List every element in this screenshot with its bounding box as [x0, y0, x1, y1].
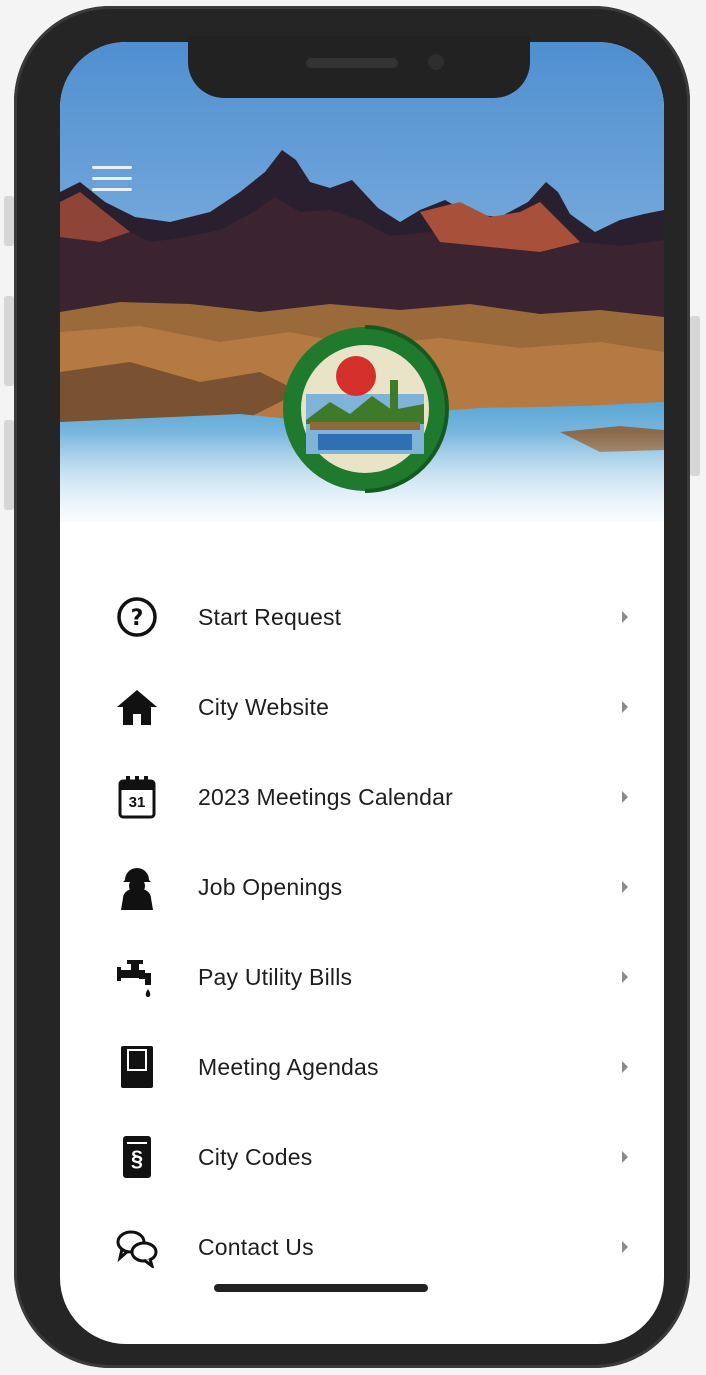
section-document-icon: §	[114, 1134, 160, 1180]
hero-banner	[60, 42, 664, 532]
menu-label-start-request: Start Request	[198, 603, 342, 630]
menu-label-pay-utility-bills: Pay Utility Bills	[198, 963, 353, 990]
chevron-right-icon	[622, 1151, 628, 1163]
section-symbol: §	[130, 1146, 144, 1171]
menu-label-city-website: City Website	[198, 693, 330, 720]
chevron-right-icon	[622, 1241, 628, 1253]
speaker-grille	[306, 58, 398, 68]
menu-label-city-codes: City Codes	[198, 1143, 313, 1170]
home-indicator[interactable]	[214, 1284, 428, 1292]
question-circle-icon: ?	[114, 594, 160, 640]
menu-label-job-openings: Job Openings	[198, 873, 343, 900]
city-seal-logo	[280, 324, 450, 494]
chevron-right-icon	[622, 611, 628, 623]
svg-text:?: ?	[131, 606, 144, 631]
main-menu: ? Start Request City Website 31 2023 Mee…	[60, 572, 664, 1292]
menu-label-meeting-agendas: Meeting Agendas	[198, 1053, 379, 1080]
front-camera	[428, 54, 444, 70]
menu-item-pay-utility-bills[interactable]: Pay Utility Bills	[60, 932, 664, 1022]
hamburger-icon[interactable]	[92, 166, 132, 194]
app-screen: ? Start Request City Website 31 2023 Mee…	[60, 42, 664, 1344]
menu-item-city-website[interactable]: City Website	[60, 662, 664, 752]
power-button	[690, 316, 700, 476]
volume-up-button	[4, 296, 14, 386]
menu-item-meeting-agendas[interactable]: Meeting Agendas	[60, 1022, 664, 1112]
phone-frame: ? Start Request City Website 31 2023 Mee…	[14, 6, 690, 1368]
faucet-icon	[114, 954, 160, 1000]
phone-notch	[188, 36, 530, 98]
menu-item-city-codes[interactable]: § City Codes	[60, 1112, 664, 1202]
silent-switch	[4, 196, 14, 246]
menu-item-meetings-calendar[interactable]: 31 2023 Meetings Calendar	[60, 752, 664, 842]
menu-item-contact-us[interactable]: Contact Us	[60, 1202, 664, 1292]
chevron-right-icon	[622, 791, 628, 803]
calendar-icon: 31	[114, 774, 160, 820]
home-icon	[114, 684, 160, 730]
chevron-right-icon	[622, 881, 628, 893]
chevron-right-icon	[622, 1061, 628, 1073]
book-icon	[114, 1044, 160, 1090]
menu-label-meetings-calendar: 2023 Meetings Calendar	[198, 783, 454, 810]
menu-item-job-openings[interactable]: Job Openings	[60, 842, 664, 932]
chevron-right-icon	[622, 971, 628, 983]
chat-bubbles-icon	[114, 1224, 160, 1270]
volume-down-button	[4, 420, 14, 510]
menu-label-contact-us: Contact Us	[198, 1233, 314, 1260]
chevron-right-icon	[622, 701, 628, 713]
calendar-day-number: 31	[128, 794, 146, 811]
worker-icon	[114, 864, 160, 910]
menu-item-start-request[interactable]: ? Start Request	[60, 572, 664, 662]
